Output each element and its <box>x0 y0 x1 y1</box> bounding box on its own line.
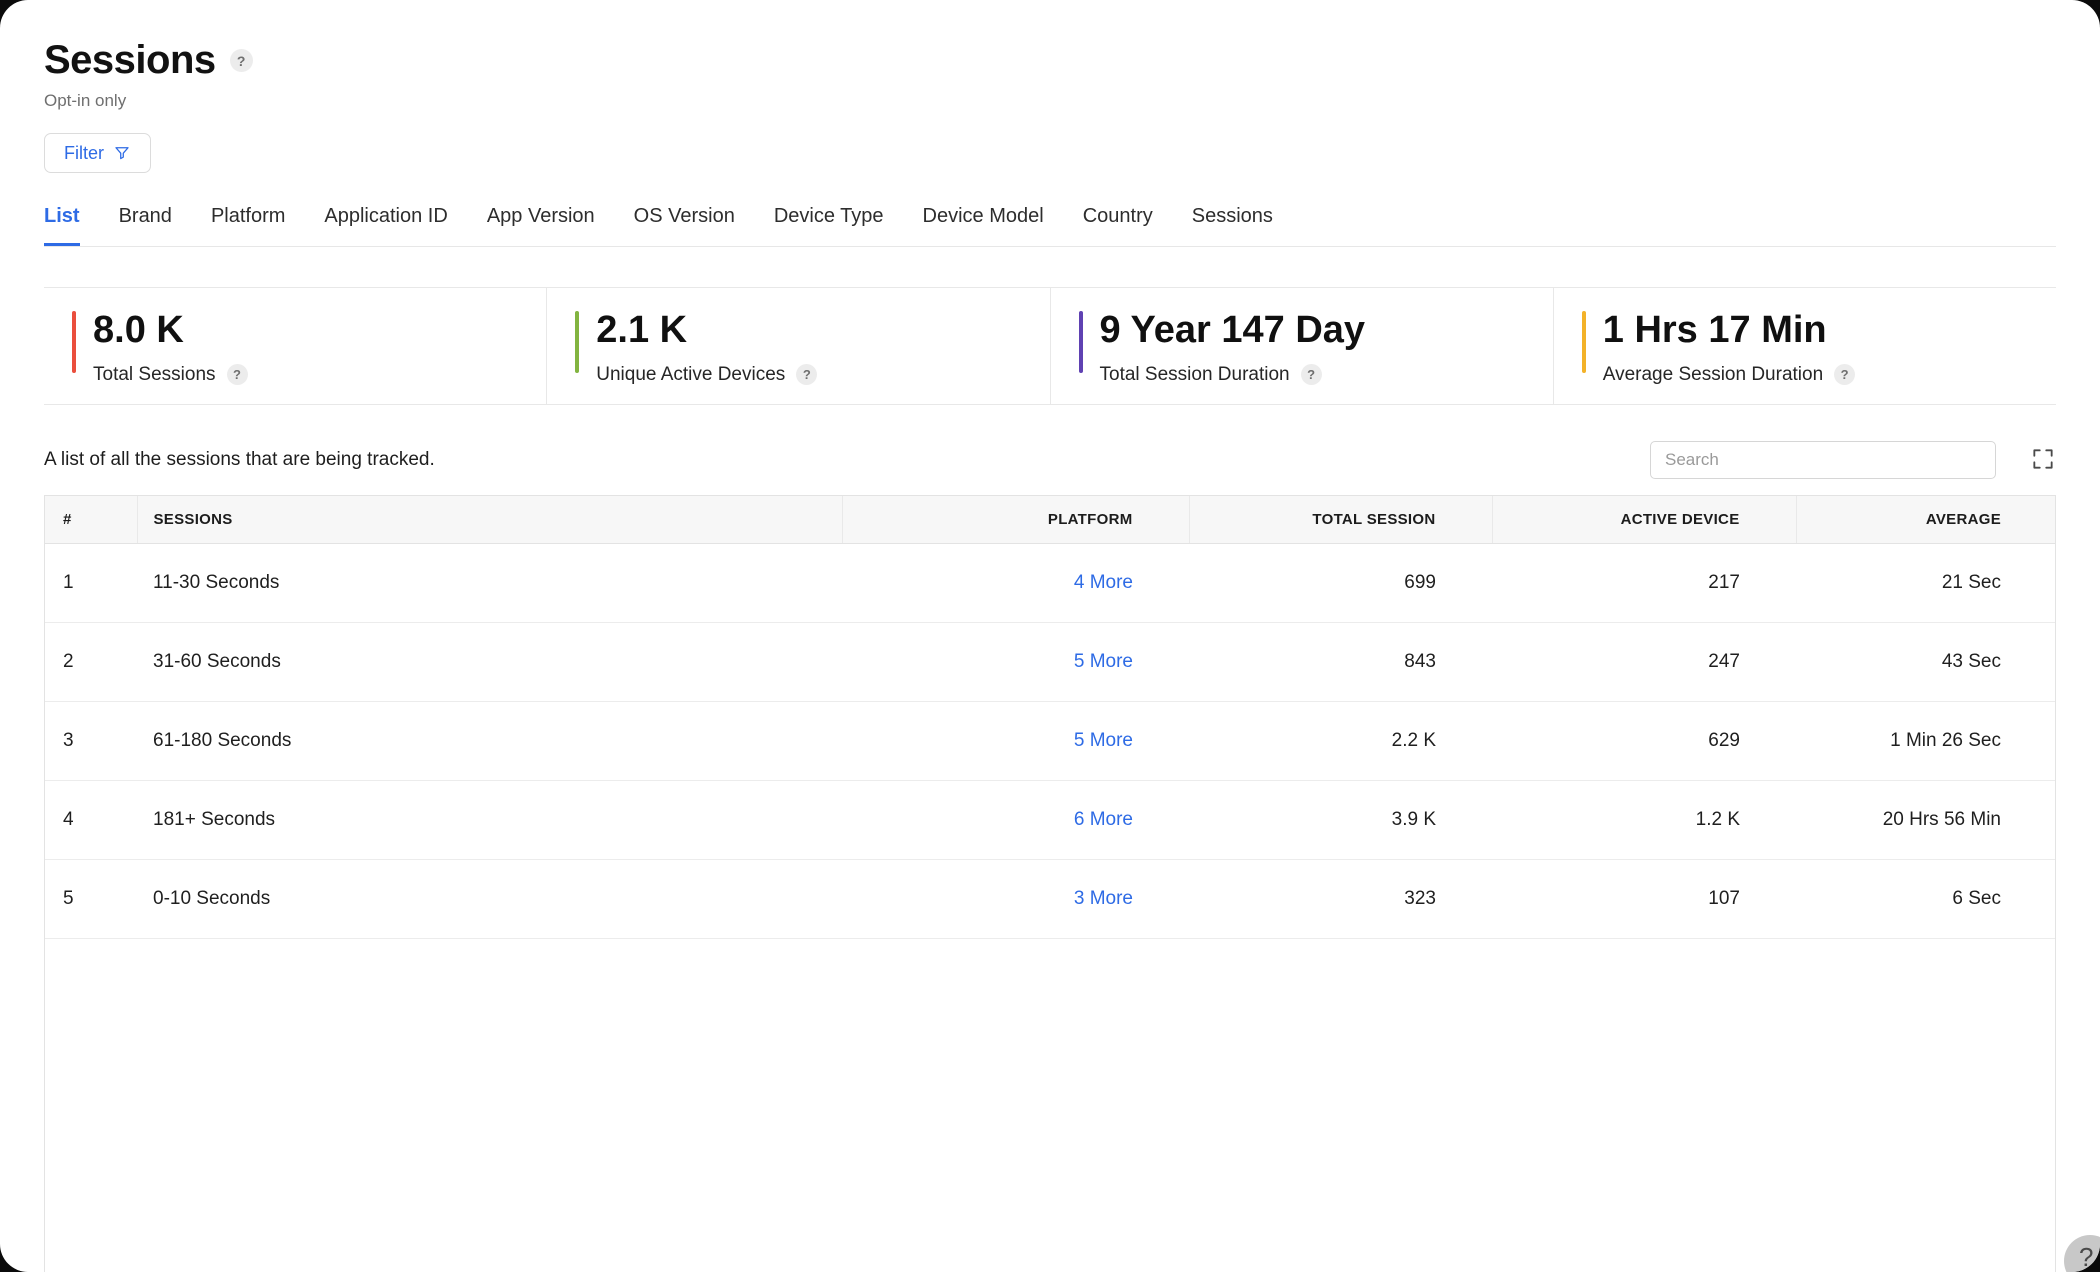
stat-value: 9 Year 147 Day <box>1099 309 1366 351</box>
cell-average: 21 Sec <box>1796 543 2055 623</box>
platform-more-link[interactable]: 3 More <box>1074 888 1133 909</box>
filter-button-label: Filter <box>64 142 104 163</box>
stat-value: 8.0 K <box>93 309 184 351</box>
cell-index: 3 <box>45 701 137 781</box>
stat-label: Total Session Duration <box>1099 363 1290 385</box>
sessions-page: Sessions ? Opt-in only Filter List Brand… <box>0 0 2100 1272</box>
table-row: 4 181+ Seconds 6 More 3.9 K 1.2 K 20 Hrs… <box>45 780 2055 860</box>
cell-active-device: 629 <box>1492 701 1796 781</box>
list-toolbar: A list of all the sessions that are bein… <box>44 441 2056 479</box>
cell-sessions: 31-60 Seconds <box>137 622 842 702</box>
cell-total-session: 3.9 K <box>1189 780 1492 860</box>
stat-help-icon[interactable]: ? <box>1300 364 1322 386</box>
cell-total-session: 2.2 K <box>1189 701 1492 781</box>
cell-average: 20 Hrs 56 Min <box>1796 780 2055 860</box>
cell-total-session: 843 <box>1189 622 1492 702</box>
cell-total-session: 699 <box>1189 543 1492 623</box>
cell-sessions: 61-180 Seconds <box>137 701 842 781</box>
tab-country[interactable]: Country <box>1083 205 1153 246</box>
stat-accent-bar <box>72 311 76 373</box>
cell-active-device: 247 <box>1492 622 1796 702</box>
stat-help-icon[interactable]: ? <box>1834 364 1856 386</box>
header-index: # <box>45 496 137 544</box>
tab-device-model[interactable]: Device Model <box>923 205 1044 246</box>
table-row: 1 11-30 Seconds 4 More 699 217 21 Sec <box>45 543 2055 623</box>
stat-unique-active-devices: 2.1 K Unique Active Devices ? <box>546 288 1049 404</box>
header-total-session: TOTAL SESSION <box>1188 496 1492 544</box>
platform-more-link[interactable]: 4 More <box>1074 572 1133 593</box>
tab-device-type[interactable]: Device Type <box>774 205 884 246</box>
stat-value: 1 Hrs 17 Min <box>1602 309 1827 351</box>
stat-total-sessions: 8.0 K Total Sessions ? <box>44 288 546 404</box>
cell-sessions: 11-30 Seconds <box>137 543 842 623</box>
filter-button[interactable]: Filter <box>44 133 151 173</box>
stat-value: 2.1 K <box>596 309 688 351</box>
stat-label: Average Session Duration <box>1602 363 1824 385</box>
search-input[interactable] <box>1650 441 1996 479</box>
page-subtitle: Opt-in only <box>44 91 127 110</box>
stat-total-session-duration: 9 Year 147 Day Total Session Duration ? <box>1049 288 1553 404</box>
tab-brand[interactable]: Brand <box>119 205 172 246</box>
cell-active-device: 1.2 K <box>1492 780 1796 860</box>
stats-strip: 8.0 K Total Sessions ? 2.1 K Unique Acti… <box>44 287 2056 405</box>
tab-sessions[interactable]: Sessions <box>1192 205 1273 246</box>
stat-label: Unique Active Devices <box>596 363 786 385</box>
stat-accent-bar <box>1581 311 1586 373</box>
cell-sessions: 181+ Seconds <box>137 780 842 860</box>
cell-active-device: 217 <box>1492 543 1796 623</box>
list-description: A list of all the sessions that are bein… <box>44 449 435 470</box>
platform-more-link[interactable]: 6 More <box>1074 809 1133 830</box>
tab-application-id[interactable]: Application ID <box>324 205 447 246</box>
title-help-icon[interactable]: ? <box>229 49 253 72</box>
cell-average: 6 Sec <box>1796 859 2055 939</box>
help-button[interactable]: ? <box>2064 1235 2100 1272</box>
cell-active-device: 107 <box>1492 859 1796 939</box>
table-row: 3 61-180 Seconds 5 More 2.2 K 629 1 Min … <box>45 701 2055 781</box>
platform-more-link[interactable]: 5 More <box>1074 651 1133 672</box>
tab-list[interactable]: List <box>44 205 80 246</box>
page-header: Sessions ? <box>44 38 2056 83</box>
cell-average: 1 Min 26 Sec <box>1796 701 2055 781</box>
table-row: 5 0-10 Seconds 3 More 323 107 6 Sec <box>45 859 2055 939</box>
sessions-table: # SESSIONS PLATFORM TOTAL SESSION ACTIVE… <box>44 495 2056 1272</box>
stat-label: Total Sessions <box>93 363 216 385</box>
cell-index: 2 <box>45 622 137 702</box>
fullscreen-icon <box>2030 446 2056 475</box>
page-title: Sessions <box>44 38 216 82</box>
header-active-device: ACTIVE DEVICE <box>1491 496 1796 544</box>
tab-platform[interactable]: Platform <box>211 205 285 246</box>
stat-accent-bar <box>575 311 580 373</box>
cell-total-session: 323 <box>1189 859 1492 939</box>
stat-help-icon[interactable]: ? <box>796 364 818 386</box>
stat-accent-bar <box>1078 311 1083 373</box>
fullscreen-button[interactable] <box>2030 446 2056 475</box>
tab-bar: List Brand Platform Application ID App V… <box>44 205 2056 247</box>
header-average: AVERAGE <box>1795 496 2055 544</box>
header-platform: PLATFORM <box>841 496 1189 544</box>
cell-sessions: 0-10 Seconds <box>137 859 842 939</box>
stat-help-icon[interactable]: ? <box>226 364 248 386</box>
table-row: 2 31-60 Seconds 5 More 843 247 43 Sec <box>45 622 2055 702</box>
cell-index: 4 <box>45 780 137 860</box>
header-sessions: SESSIONS <box>136 496 842 544</box>
cell-index: 5 <box>45 859 137 939</box>
tab-app-version[interactable]: App Version <box>487 205 595 246</box>
stat-average-session-duration: 1 Hrs 17 Min Average Session Duration ? <box>1552 288 2056 404</box>
table-header-row: # SESSIONS PLATFORM TOTAL SESSION ACTIVE… <box>45 496 2055 544</box>
filter-funnel-icon <box>113 144 131 162</box>
platform-more-link[interactable]: 5 More <box>1074 730 1133 751</box>
cell-index: 1 <box>45 543 137 623</box>
tab-os-version[interactable]: OS Version <box>634 205 735 246</box>
cell-average: 43 Sec <box>1796 622 2055 702</box>
